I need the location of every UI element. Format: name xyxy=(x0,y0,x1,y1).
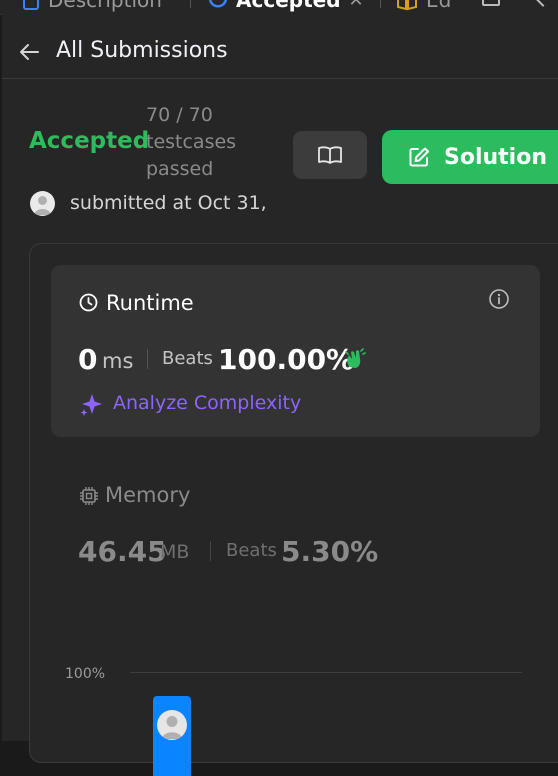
performance-card: Runtime 0 ms Beats 100.00% Analyze Compl… xyxy=(29,243,558,776)
tab-description[interactable]: Description xyxy=(22,0,162,13)
runtime-beats-label: Beats xyxy=(162,348,213,369)
loading-icon xyxy=(208,0,228,8)
sparkle-icon[interactable] xyxy=(79,392,105,416)
tab-editorial[interactable]: Ed xyxy=(396,0,458,13)
analyze-complexity-link[interactable]: Analyze Complexity xyxy=(113,392,301,414)
memory-value: 46.45 xyxy=(78,535,167,568)
tab-description-label: Description xyxy=(48,0,162,12)
arrow-left-icon[interactable] xyxy=(18,41,40,63)
tab-bar: Description Accepted ✕ Ed xyxy=(0,0,558,15)
tab-accepted[interactable]: Accepted ✕ xyxy=(208,0,364,13)
solution-button-label: Solution xyxy=(444,144,547,170)
book-open-icon xyxy=(318,146,342,164)
tab-separator xyxy=(380,0,381,8)
memory-beats-value: 5.30% xyxy=(281,535,379,568)
info-icon[interactable] xyxy=(488,288,510,310)
submission-status: Accepted xyxy=(29,128,150,154)
testcases-passed: 70 / 70 testcases passed xyxy=(146,104,237,180)
avatar xyxy=(157,710,187,740)
solution-button[interactable]: Solution xyxy=(382,130,558,184)
tab-editorial-label: Ed xyxy=(426,0,452,12)
divider xyxy=(210,541,211,561)
editorial-button[interactable] xyxy=(293,131,367,179)
runtime-unit: ms xyxy=(102,349,134,373)
document-icon xyxy=(23,0,39,10)
submission-panel: All Submissions Accepted 70 / 70 testcas… xyxy=(2,14,558,776)
all-submissions-title[interactable]: All Submissions xyxy=(56,38,228,63)
avatar xyxy=(30,191,55,216)
runtime-value: 0 xyxy=(78,343,98,376)
memory-unit: MB xyxy=(160,541,190,563)
tab-separator xyxy=(190,0,191,8)
close-icon[interactable]: ✕ xyxy=(349,0,364,11)
edit-icon xyxy=(409,147,429,167)
book-icon xyxy=(397,0,417,11)
chart-axis-label: 100% xyxy=(65,666,106,682)
runtime-title: Runtime xyxy=(106,291,194,315)
distribution-bar[interactable] xyxy=(153,696,191,776)
tab-accepted-label: Accepted xyxy=(236,0,341,12)
chip-icon xyxy=(80,487,98,505)
runtime-beats-value: 100.00% xyxy=(218,343,355,376)
chevron-left-icon[interactable] xyxy=(533,0,553,7)
divider xyxy=(147,349,148,369)
memory-beats-label: Beats xyxy=(226,540,277,561)
maximize-icon[interactable] xyxy=(482,0,500,6)
memory-title[interactable]: Memory xyxy=(105,483,190,507)
chart-gridline xyxy=(130,672,522,673)
submitted-at: submitted at Oct 31, 2 xyxy=(70,192,267,214)
panel-header: All Submissions xyxy=(2,14,558,79)
clock-icon xyxy=(79,293,98,312)
clap-icon xyxy=(345,348,366,368)
runtime-card[interactable]: Runtime 0 ms Beats 100.00% Analyze Compl… xyxy=(51,265,540,437)
